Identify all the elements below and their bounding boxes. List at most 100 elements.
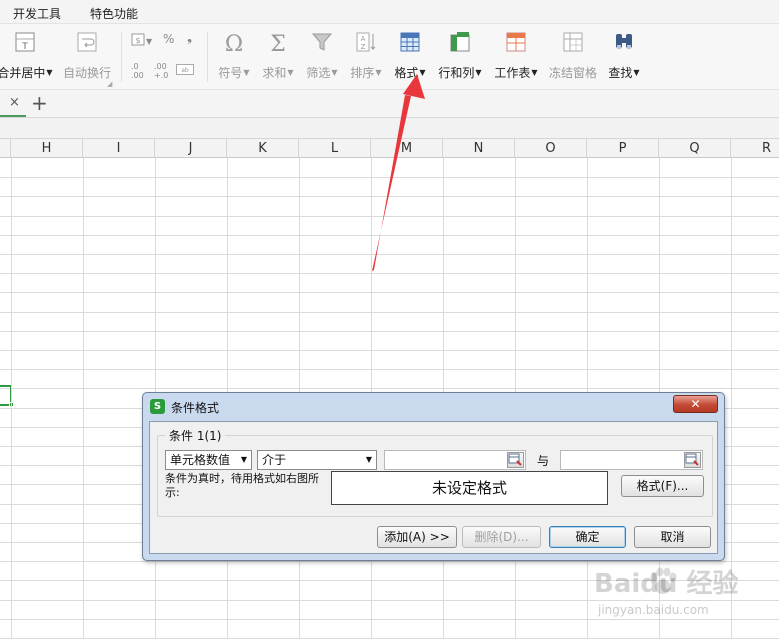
value1-input[interactable] [384,450,526,470]
active-tab-indicator [0,115,26,117]
column-header-h[interactable]: H [11,139,83,158]
format-code-icon: ab [176,64,194,75]
increase-decimal-button[interactable]: .0 .00 [131,62,149,80]
wrap-text-icon [77,32,97,52]
svg-text:$: $ [135,36,140,45]
operator-select[interactable]: 介于 ▼ [257,450,377,470]
column-header-o[interactable]: O [515,139,587,158]
dialog-close-button[interactable]: ✕ [673,395,718,413]
worksheet-label: 工作表 [494,66,531,80]
format-button-dialog[interactable]: 格式(F)... [621,475,704,497]
chevron-down-icon: ▼ [243,68,250,77]
ribbon-toolbar: T 合并居中▼ 自动换行 ◢ $ ▼ % ❟ .0 .00 .00 +.0 ab … [0,24,779,90]
format-label: 格式 [394,66,419,80]
grid-column-line [83,158,84,639]
dropdown-arrow-icon: ▼ [240,455,247,464]
document-tab-strip: × + [0,90,779,118]
grid-row-line [0,235,779,236]
column-header-n[interactable]: N [443,139,515,158]
close-tab-icon[interactable]: × [9,95,20,110]
dialog-body: 条件 1(1) 单元格数值 ▼ 介于 ▼ 与 条件为真时，待用格式如右图所示: … [149,421,718,554]
column-header-i[interactable]: I [83,139,155,158]
operator-value: 介于 [262,453,287,467]
grid-row-line [0,273,779,274]
filter-button[interactable]: 筛选▼ [300,28,344,86]
range-picker-button[interactable] [684,452,701,468]
format-button[interactable]: 格式▼ [388,28,432,86]
find-button[interactable]: 查找▼ [602,28,646,86]
sort-az-icon: AZ [356,32,376,52]
svg-text:Σ: Σ [270,32,286,54]
dropdown-arrow-icon: ▼ [365,455,372,464]
chevron-down-icon: ▼ [146,37,153,46]
menu-bar: 开发工具 特色功能 [0,0,779,24]
comma-style-button[interactable]: ❟ [187,30,192,45]
column-header-row: HIJKLMNOPQR [0,138,779,158]
number-format-icon: $ [131,33,145,46]
number-format-button[interactable]: $ ▼ [131,33,152,49]
chevron-down-icon: ▼ [531,68,538,77]
range-picker-button[interactable] [507,452,524,468]
preview-description: 条件为真时，待用格式如右图所示: [165,472,319,499]
rows-and-columns-button[interactable]: 行和列▼ [434,28,486,86]
symbol-button[interactable]: Ω 符号▼ [212,28,256,86]
range-picker-icon [508,453,522,466]
formula-bar-area [0,118,779,138]
format-code-button[interactable]: ab [176,64,194,78]
binoculars-icon [616,34,632,49]
menu-tab-special-features[interactable]: 特色功能 [90,5,138,22]
grid-row-line [0,216,779,217]
find-label: 查找 [608,66,633,80]
chevron-down-icon: ▼ [331,68,338,77]
grid-row-line [0,177,779,178]
grid-row-line [0,561,779,562]
freeze-panes-button[interactable]: 冻结窗格 [546,28,600,86]
format-grid-icon [400,32,420,52]
column-header-partial[interactable] [0,139,11,158]
column-header-r[interactable]: R [731,139,779,158]
filter-label: 筛选 [306,66,331,80]
worksheet-icon [506,32,526,52]
merge-center-button[interactable]: T 合并居中▼ [0,28,54,86]
chevron-down-icon: ▼ [419,68,426,77]
sum-button[interactable]: Σ 求和▼ [256,28,300,86]
merge-cells-icon: T [15,32,35,52]
grid-row-line [0,619,779,620]
condition-type-select[interactable]: 单元格数值 ▼ [165,450,252,470]
column-header-q[interactable]: Q [659,139,731,158]
chevron-down-icon: ▼ [46,68,53,77]
column-header-k[interactable]: K [227,139,299,158]
condition-group-label: 条件 1(1) [165,427,226,444]
percent-button[interactable]: % [163,32,174,46]
dialog-title-bar[interactable]: S 条件格式 ✕ [143,393,724,419]
svg-text:ab: ab [181,67,189,74]
column-header-j[interactable]: J [155,139,227,158]
column-header-l[interactable]: L [299,139,371,158]
grid-row-line [0,254,779,255]
menu-tab-developer-tools[interactable]: 开发工具 [13,5,61,22]
chevron-down-icon: ▼ [375,68,382,77]
sigma-icon: Σ [270,32,286,54]
new-tab-icon[interactable]: + [31,91,48,115]
rows-and-columns-label: 行和列 [438,66,475,80]
ribbon-separator [121,32,122,82]
svg-text:Ω: Ω [225,32,243,54]
sort-button[interactable]: AZ 排序▼ [344,28,388,86]
value2-input[interactable] [560,450,703,470]
decrease-decimal-button[interactable]: .00 +.0 [154,62,172,80]
column-header-p[interactable]: P [587,139,659,158]
freeze-panes-icon [563,32,583,52]
column-header-m[interactable]: M [371,139,443,158]
wrap-text-button[interactable]: 自动换行 [60,28,114,86]
cancel-button[interactable]: 取消 [634,526,711,548]
ok-button[interactable]: 确定 [549,526,626,548]
sum-label: 求和 [262,66,287,80]
worksheet-button[interactable]: 工作表▼ [490,28,542,86]
funnel-icon [311,33,333,51]
grid-column-line [11,158,12,639]
grid-column-line [731,158,732,639]
grid-row-line [0,312,779,313]
dialog-launcher-icon[interactable]: ◢ [107,80,112,88]
add-condition-button[interactable]: 添加(A) >> [377,526,457,548]
delete-condition-button[interactable]: 删除(D)... [462,526,541,548]
